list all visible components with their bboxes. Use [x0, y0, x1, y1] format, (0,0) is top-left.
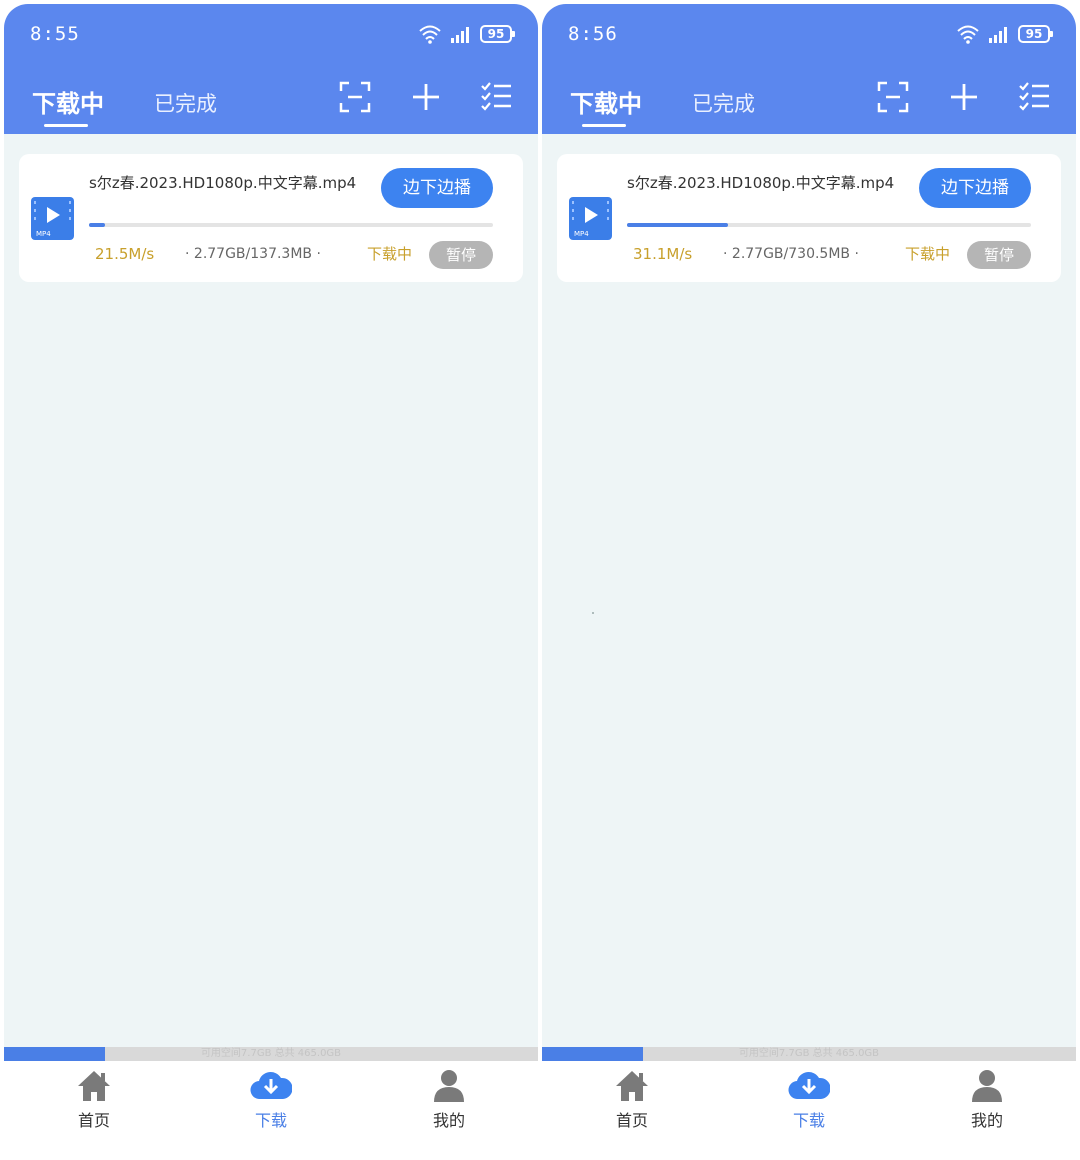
tab-downloading[interactable]: 下载中 — [32, 84, 104, 127]
storage-usage-bar: 可用空间7.7GB 总共 465.0GB — [4, 1047, 538, 1061]
download-speed: 21.5M/s — [95, 245, 155, 263]
download-task-card[interactable]: MP4 s尔z春.2023.HD1080p.中文字幕.mp4 边下边播 31.1… — [557, 154, 1061, 282]
plus-icon[interactable] — [947, 80, 981, 114]
nav-item-download[interactable]: 下载 — [749, 1069, 869, 1131]
download-size: · 2.77GB/137.3MB · — [185, 246, 321, 262]
download-progress-fill — [627, 223, 728, 227]
video-file-icon: MP4 — [569, 197, 612, 240]
cloud-download-icon — [788, 1072, 830, 1100]
nav-item-mine[interactable]: 我的 — [927, 1069, 1047, 1131]
bottom-navigation: 首页 下载 我的 — [4, 1061, 538, 1144]
user-icon — [972, 1070, 1002, 1102]
download-task-card[interactable]: MP4 s尔z春.2023.HD1080p.中文字幕.mp4 边下边播 21.5… — [19, 154, 523, 282]
signal-icon — [989, 27, 1007, 43]
stray-dot — [592, 612, 594, 614]
home-icon — [78, 1071, 110, 1101]
pause-button[interactable]: 暂停 — [967, 241, 1031, 269]
home-icon — [616, 1071, 648, 1101]
app-header: 8:55 95 下载中 已完成 — [4, 4, 538, 134]
nav-item-home[interactable]: 首页 — [572, 1069, 692, 1131]
pause-button[interactable]: 暂停 — [429, 241, 493, 269]
storage-usage-bar: 可用空间7.7GB 总共 465.0GB — [542, 1047, 1076, 1061]
status-icons: 95 — [418, 23, 515, 45]
storage-usage-text: 可用空间7.7GB 总共 465.0GB — [200, 1048, 342, 1059]
signal-icon — [451, 27, 469, 43]
download-state: 下载中 — [367, 245, 413, 263]
checklist-icon[interactable] — [479, 80, 513, 114]
download-progress-fill — [89, 223, 106, 227]
status-time: 8:55 — [30, 23, 80, 45]
download-speed: 31.1M/s — [633, 245, 693, 263]
cloud-download-icon — [250, 1072, 292, 1100]
tab-completed[interactable]: 已完成 — [154, 88, 217, 118]
video-file-icon: MP4 — [31, 197, 74, 240]
battery-indicator: 95 — [480, 25, 515, 43]
stream-while-downloading-button[interactable]: 边下边播 — [381, 168, 493, 208]
download-progress-bar — [627, 223, 1031, 227]
file-type-label: MP4 — [574, 230, 589, 238]
tab-completed[interactable]: 已完成 — [692, 88, 755, 118]
storage-usage-text: 可用空间7.7GB 总共 465.0GB — [738, 1048, 880, 1059]
file-name: s尔z春.2023.HD1080p.中文字幕.mp4 — [627, 174, 895, 192]
nav-label-home: 首页 — [77, 1111, 110, 1130]
plus-icon[interactable] — [409, 80, 443, 114]
nav-label-download: 下载 — [792, 1111, 825, 1130]
battery-indicator: 95 — [1018, 25, 1053, 43]
nav-label-mine: 我的 — [970, 1111, 1003, 1130]
scan-icon[interactable] — [338, 80, 372, 114]
wifi-icon — [419, 25, 441, 44]
download-state: 下载中 — [905, 245, 951, 263]
status-time: 8:56 — [568, 23, 618, 45]
download-size-value: 2.77GB/137.3MB — [193, 246, 313, 262]
scan-icon[interactable] — [876, 80, 910, 114]
file-name: s尔z春.2023.HD1080p.中文字幕.mp4 — [89, 174, 357, 192]
phone-screen-right: 8:56 95 下载中 已完成 MP4 s尔z春.2023.HD1080p.中文… — [542, 4, 1076, 1144]
download-size: · 2.77GB/730.5MB · — [723, 246, 859, 262]
nav-label-mine: 我的 — [432, 1111, 465, 1130]
app-header: 8:56 95 下载中 已完成 — [542, 4, 1076, 134]
nav-label-download: 下载 — [254, 1111, 287, 1130]
tab-downloading[interactable]: 下载中 — [570, 84, 642, 127]
nav-item-mine[interactable]: 我的 — [389, 1069, 509, 1131]
checklist-icon[interactable] — [1017, 80, 1051, 114]
nav-item-download[interactable]: 下载 — [211, 1069, 331, 1131]
download-progress-bar — [89, 223, 493, 227]
file-type-label: MP4 — [36, 230, 51, 238]
wifi-icon — [957, 25, 979, 44]
stream-while-downloading-button[interactable]: 边下边播 — [919, 168, 1031, 208]
nav-label-home: 首页 — [615, 1111, 648, 1130]
user-icon — [434, 1070, 464, 1102]
download-size-value: 2.77GB/730.5MB — [731, 246, 851, 262]
status-icons: 95 — [956, 23, 1053, 45]
nav-item-home[interactable]: 首页 — [34, 1069, 154, 1131]
bottom-navigation: 首页 下载 我的 — [542, 1061, 1076, 1144]
phone-screen-left: 8:55 95 下载中 已完成 MP4 s尔z春.2023.HD1080p.中文… — [4, 4, 538, 1144]
